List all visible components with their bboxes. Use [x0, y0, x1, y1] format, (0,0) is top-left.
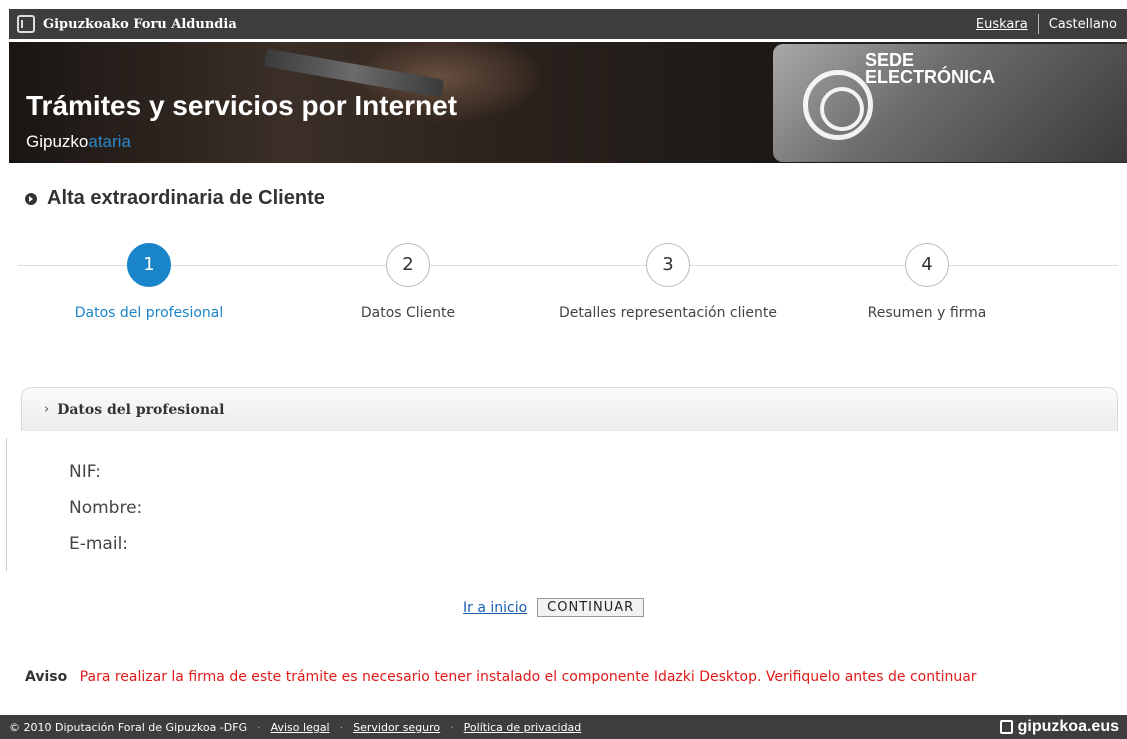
field-email-label: E-mail:: [69, 534, 129, 554]
footer-bar: © 2010 Diputación Foral de Gipuzkoa -DFG…: [0, 715, 1127, 739]
banner-subtitle-highlight: ataria: [88, 132, 131, 151]
progress-stepper: 1 Datos del profesional 2 Datos Cliente …: [18, 241, 1118, 331]
panel-header-datos-profesional[interactable]: › Datos del profesional: [21, 387, 1118, 431]
field-nombre-label: Nombre:: [69, 498, 143, 518]
step-4-circle: 4: [905, 243, 949, 287]
page-title-text: Alta extraordinaria de Cliente: [47, 187, 325, 209]
chevron-right-icon: ›: [44, 402, 50, 417]
step-2-label: Datos Cliente: [360, 305, 456, 321]
top-bar: Gipuzkoako Foru Aldundia Euskara Castell…: [9, 9, 1127, 39]
banner-subtitle: Gipuzkoataria: [26, 132, 131, 152]
step-3-circle: 3: [646, 243, 690, 287]
step-2-circle: 2: [386, 243, 430, 287]
form-actions: Ir a inicio CONTINUAR: [463, 598, 645, 617]
step-2: 2 Datos Cliente: [288, 241, 528, 321]
notice-label: Aviso: [25, 669, 68, 685]
notice-message: Para realizar la firma de este trámite e…: [79, 669, 977, 685]
footer-brand-text: gipuzkoa.eus: [1017, 718, 1119, 735]
panel-body: NIF: Nombre: E-mail:: [6, 438, 1118, 571]
footer-separator: ·: [450, 720, 454, 734]
language-switcher: Euskara Castellano: [966, 9, 1127, 39]
arrow-bullet-icon: [25, 192, 37, 205]
step-1-label: Datos del profesional: [74, 305, 224, 321]
gipuzkoa-logo-icon: [999, 720, 1013, 734]
footer-link-privacidad[interactable]: Política de privacidad: [464, 721, 582, 734]
footer-link-aviso-legal[interactable]: Aviso legal: [271, 721, 330, 734]
hero-banner: Trámites y servicios por Internet Gipuzk…: [9, 42, 1127, 163]
step-1: 1 Datos del profesional: [29, 241, 269, 321]
sede-electronica-label: SEDE ELECTRÓNICA: [865, 51, 995, 87]
sede-line-2: ELECTRÓNICA: [865, 67, 995, 87]
sede-electronica-link[interactable]: SEDE ELECTRÓNICA: [773, 44, 1127, 162]
banner-subtitle-main: Gipuzko: [26, 132, 89, 151]
footer-separator: ·: [339, 720, 344, 734]
panel-title: Datos del profesional: [57, 401, 225, 418]
footer-separator: ·: [257, 720, 261, 734]
step-4-label: Resumen y firma: [867, 305, 987, 321]
touch-fingerprint-icon: [803, 70, 873, 140]
lang-castellano-link[interactable]: Castellano: [1039, 17, 1127, 32]
go-home-link[interactable]: Ir a inicio: [463, 600, 527, 616]
page-title: Alta extraordinaria de Cliente: [25, 187, 325, 210]
footer-link-servidor-seguro[interactable]: Servidor seguro: [353, 721, 440, 734]
footer-brand-link[interactable]: gipuzkoa.eus: [999, 718, 1119, 736]
footer-copyright: © 2010 Diputación Foral de Gipuzkoa -DFG: [9, 720, 248, 734]
org-name: Gipuzkoako Foru Aldundia: [43, 16, 237, 32]
banner-title: Trámites y servicios por Internet: [26, 90, 458, 121]
field-nif-label: NIF:: [69, 462, 101, 482]
step-3-label: Detalles representación cliente: [559, 305, 777, 321]
lang-euskara-link[interactable]: Euskara: [966, 17, 1038, 32]
step-4: 4 Resumen y firma: [807, 241, 1047, 321]
step-3: 3 Detalles representación cliente: [548, 241, 788, 321]
continue-button[interactable]: CONTINUAR: [537, 598, 645, 617]
signature-notice: Aviso Para realizar la firma de este trá…: [25, 669, 977, 685]
step-1-circle: 1: [127, 243, 171, 287]
coat-of-arms-icon: [17, 15, 35, 33]
